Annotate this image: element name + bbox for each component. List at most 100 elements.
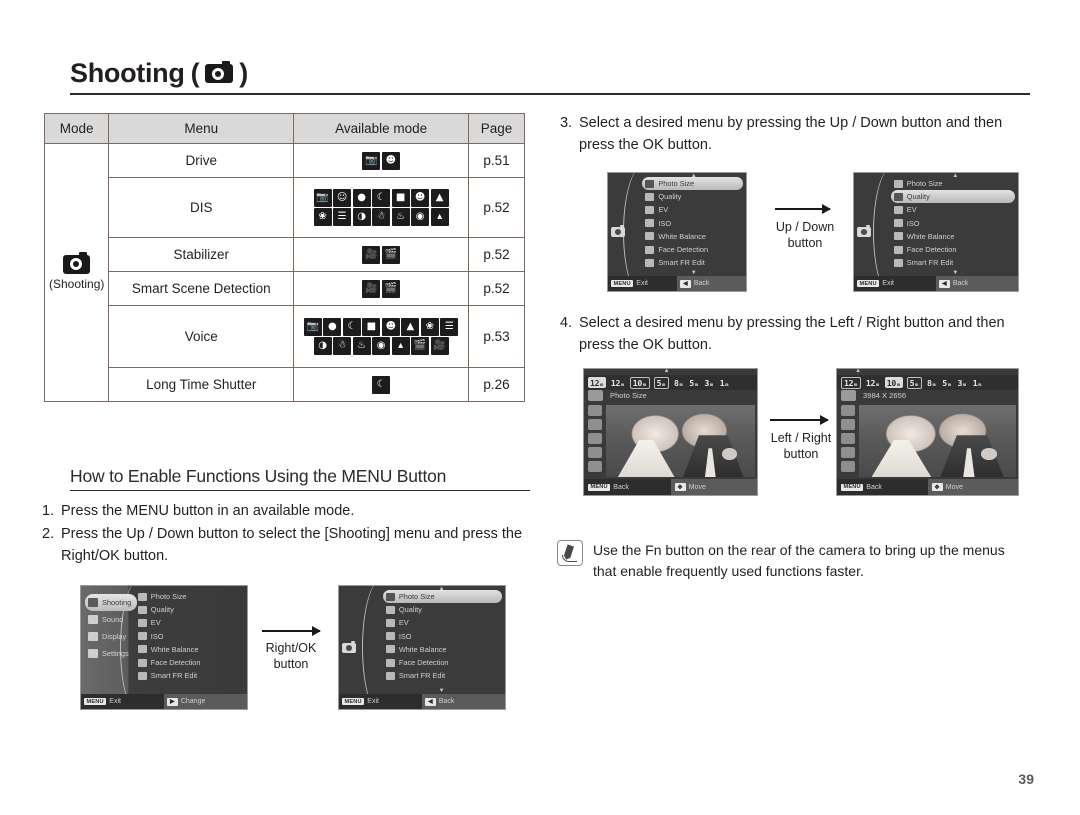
smart-fr-edit-icon[interactable] — [841, 461, 855, 472]
ev-icon[interactable] — [841, 405, 855, 416]
lcd-exit-action[interactable]: MENU Exit — [339, 698, 422, 705]
step-number: 4. — [560, 315, 573, 331]
table-row: Stabilizer 🎥 🎬 p.52 — [45, 237, 525, 272]
menu-name: Voice — [108, 305, 295, 368]
lcd-item-face-detection[interactable]: Face Detection — [135, 656, 247, 669]
lcd-item-white-balance[interactable]: White Balance — [642, 230, 746, 243]
face-detection-icon — [137, 658, 147, 667]
lcd-tab-label: Settings — [102, 649, 129, 658]
lcd-item-iso[interactable]: ISO — [383, 630, 505, 643]
iso-icon[interactable] — [841, 419, 855, 430]
lcd-item-quality[interactable]: Quality — [383, 603, 505, 616]
photo-size-chip-0[interactable]: 12ₘ — [841, 376, 861, 389]
photo-size-chip-5[interactable]: 5ₘ — [688, 378, 699, 388]
lcd-exit-label: Exit — [367, 698, 379, 705]
lcd-item-quality[interactable]: Quality — [890, 190, 1015, 204]
lcd-item-smart-fr-edit[interactable]: Smart FR Edit — [135, 669, 247, 682]
lcd-back-action[interactable]: MENU Back — [837, 483, 928, 491]
face-detection-icon[interactable] — [841, 447, 855, 458]
photo-size-chip-5[interactable]: 5ₘ — [941, 378, 952, 388]
photo-size-chip-row: 12ₘ 12ₘ 10ₘ 5ₘ 8ₘ 5ₘ 3ₘ 1ₘ — [837, 375, 1018, 390]
mode-icon-program: 📷 — [303, 317, 322, 336]
lcd-item-photo-size[interactable]: Photo Size — [135, 590, 247, 603]
lcd-item-photo-size[interactable]: Photo Size — [382, 590, 502, 604]
ev-icon[interactable] — [588, 405, 602, 416]
lcd-preview-photo — [606, 405, 755, 477]
lcd-exit-action[interactable]: MENU Exit — [81, 698, 164, 705]
arrow-right-ok — [262, 626, 321, 636]
photo-size-chip-6[interactable]: 3ₘ — [703, 378, 714, 388]
photo-size-chip-6[interactable]: 3ₘ — [956, 378, 967, 388]
white-balance-icon[interactable] — [841, 433, 855, 444]
photo-size-chip-2[interactable]: 10ₘ — [884, 377, 903, 388]
lcd-item-photo-size[interactable]: Photo Size — [642, 177, 743, 191]
step-text: Press the Up / Down button to select the… — [61, 526, 523, 564]
lcd-back-action[interactable]: MENU Back — [584, 483, 671, 491]
face-detection-icon — [893, 245, 903, 254]
column-header-page: Page — [468, 113, 525, 144]
lcd-item-face-detection[interactable]: Face Detection — [642, 243, 746, 256]
photo-size-chip-7[interactable]: 1ₘ — [719, 378, 730, 388]
lcd-item-smart-fr-edit[interactable]: Smart FR Edit — [891, 256, 1018, 269]
lcd-screen-photo-size-before: ▲ 12ₘ 12ₘ 10ₘ 5ₘ 8ₘ 5ₘ 3ₘ 1ₘ Photo Size … — [583, 368, 758, 496]
lcd-back-action[interactable]: ◀ Back — [936, 276, 1018, 291]
smart-fr-edit-icon[interactable] — [588, 461, 602, 472]
lcd-item-face-detection[interactable]: Face Detection — [891, 243, 1018, 256]
lcd-item-face-detection[interactable]: Face Detection — [383, 656, 505, 669]
lcd-item-label: Face Detection — [658, 245, 709, 255]
lcd-status-bar: MENU Exit ◀ Back — [339, 694, 505, 709]
mode-icon-movie-smart: 🎥 — [430, 337, 449, 356]
lcd-item-ev[interactable]: EV — [383, 616, 505, 629]
white-balance-icon — [137, 645, 147, 654]
mode-icon-movie-smart: 🎥 — [362, 279, 381, 298]
lcd-item-smart-fr-edit[interactable]: Smart FR Edit — [642, 256, 746, 269]
iso-icon — [645, 219, 655, 228]
lcd-item-quality[interactable]: Quality — [135, 603, 247, 616]
photo-size-chip-1[interactable]: 12ₘ — [865, 378, 881, 388]
lcd-item-smart-fr-edit[interactable]: Smart FR Edit — [383, 669, 505, 682]
lcd-item-iso[interactable]: ISO — [135, 630, 247, 643]
face-detection-icon[interactable] — [588, 447, 602, 458]
lcd-move-action[interactable]: ✥ Move — [927, 479, 1018, 495]
lcd-change-action[interactable]: ▶ Change — [164, 694, 247, 709]
arrow-label-line2: button — [273, 657, 309, 671]
lcd-item-photo-size[interactable]: Photo Size — [891, 177, 1018, 190]
lcd-item-quality[interactable]: Quality — [642, 190, 746, 203]
camera-icon — [611, 225, 625, 237]
lcd-item-ev[interactable]: EV — [642, 203, 746, 216]
lcd-tab-display[interactable]: Display — [85, 628, 137, 645]
lcd-status-bar: MENU Exit ◀ Back — [854, 276, 1018, 291]
lcd-exit-action[interactable]: MENU Exit — [608, 280, 677, 287]
photo-size-chip-2[interactable]: 10ₘ — [629, 376, 650, 389]
lcd-back-action[interactable]: ◀ Back — [677, 276, 746, 291]
page-title: Shooting ( ) — [70, 58, 1030, 92]
lcd-item-white-balance[interactable]: White Balance — [383, 643, 505, 656]
photo-size-chip-3[interactable]: 5ₘ — [906, 376, 922, 389]
lcd-move-action[interactable]: ✥ Move — [670, 479, 757, 495]
photo-size-chip-4[interactable]: 8ₘ — [926, 378, 937, 388]
photo-size-chip-4[interactable]: 8ₘ — [673, 378, 684, 388]
lcd-tab-label: Sound — [102, 615, 124, 624]
lcd-tab-shooting[interactable]: Shooting — [85, 594, 138, 611]
lcd-item-ev[interactable]: EV — [891, 203, 1018, 216]
lcd-tab-settings[interactable]: Settings — [85, 645, 137, 662]
menu-name: DIS — [108, 177, 295, 238]
lcd-item-ev[interactable]: EV — [135, 616, 247, 629]
lcd-item-white-balance[interactable]: White Balance — [891, 230, 1018, 243]
lcd-item-iso[interactable]: ISO — [642, 217, 746, 230]
section-heading-text: How to Enable Functions Using the MENU B… — [70, 466, 447, 486]
lcd-item-iso[interactable]: ISO — [891, 217, 1018, 230]
photo-size-icon — [137, 592, 147, 601]
lcd-exit-action[interactable]: MENU Exit — [854, 280, 936, 287]
lcd-tab-sound[interactable]: Sound — [85, 611, 137, 628]
lcd-back-action[interactable]: ◀ Back — [422, 694, 505, 709]
available-modes-cell: 📷 ● ☾ ■ ☻ ▲ ❀ ☰ ◑ ☃ ♨ ◉ ▴ 🎬 🎥 — [293, 305, 470, 368]
lcd-screen-photo-size-after: ▲ 12ₘ 12ₘ 10ₘ 5ₘ 8ₘ 5ₘ 3ₘ 1ₘ 3984 X 2656… — [836, 368, 1019, 496]
iso-icon[interactable] — [588, 419, 602, 430]
photo-size-chip-1[interactable]: 12ₘ — [610, 378, 626, 388]
photo-size-chip-7[interactable]: 1ₘ — [972, 378, 983, 388]
lcd-item-white-balance[interactable]: White Balance — [135, 643, 247, 656]
white-balance-icon[interactable] — [588, 433, 602, 444]
photo-size-chip-0[interactable]: 12ₘ — [588, 377, 606, 388]
photo-size-chip-3[interactable]: 5ₘ — [653, 376, 669, 389]
